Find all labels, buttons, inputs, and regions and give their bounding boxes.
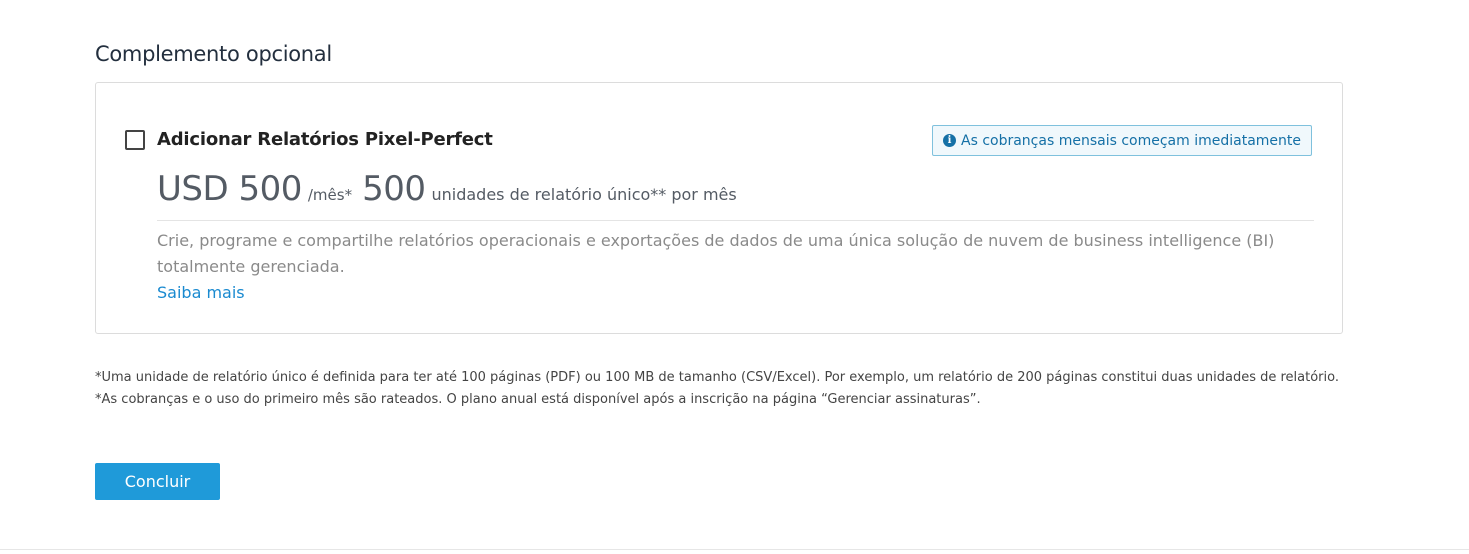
- price-unit: /mês*: [307, 186, 353, 204]
- divider: [157, 220, 1314, 221]
- learn-more-link[interactable]: Saiba mais: [157, 280, 245, 306]
- footnote-report-unit: *Uma unidade de relatório único é defini…: [95, 370, 1339, 385]
- done-button[interactable]: Concluir: [95, 463, 220, 500]
- addon-checkbox[interactable]: [125, 130, 145, 150]
- info-icon: i: [943, 134, 956, 147]
- pricing-row: USD 500 /mês* 500 unidades de relatório …: [157, 169, 737, 209]
- footnotes: *Uma unidade de relatório único é defini…: [95, 367, 1345, 411]
- page: Complemento opcional Adicionar Relatório…: [0, 0, 1469, 554]
- billing-notice-text: As cobranças mensais começam imediatamen…: [961, 132, 1301, 149]
- billing-notice: i As cobranças mensais começam imediatam…: [932, 125, 1312, 156]
- report-units-text: unidades de relatório único** por mês: [431, 185, 737, 204]
- report-units-count: 500: [362, 169, 426, 209]
- addon-title[interactable]: Adicionar Relatórios Pixel-Perfect: [157, 129, 493, 150]
- addon-card: Adicionar Relatórios Pixel-Perfect i As …: [95, 82, 1343, 334]
- bottom-divider: [0, 549, 1469, 550]
- addon-description: Crie, programe e compartilhe relatórios …: [157, 231, 1275, 276]
- section-title: Complemento opcional: [95, 42, 332, 66]
- price-amount: USD 500: [157, 169, 302, 209]
- footnote-billing: *As cobranças e o uso do primeiro mês sã…: [95, 392, 981, 407]
